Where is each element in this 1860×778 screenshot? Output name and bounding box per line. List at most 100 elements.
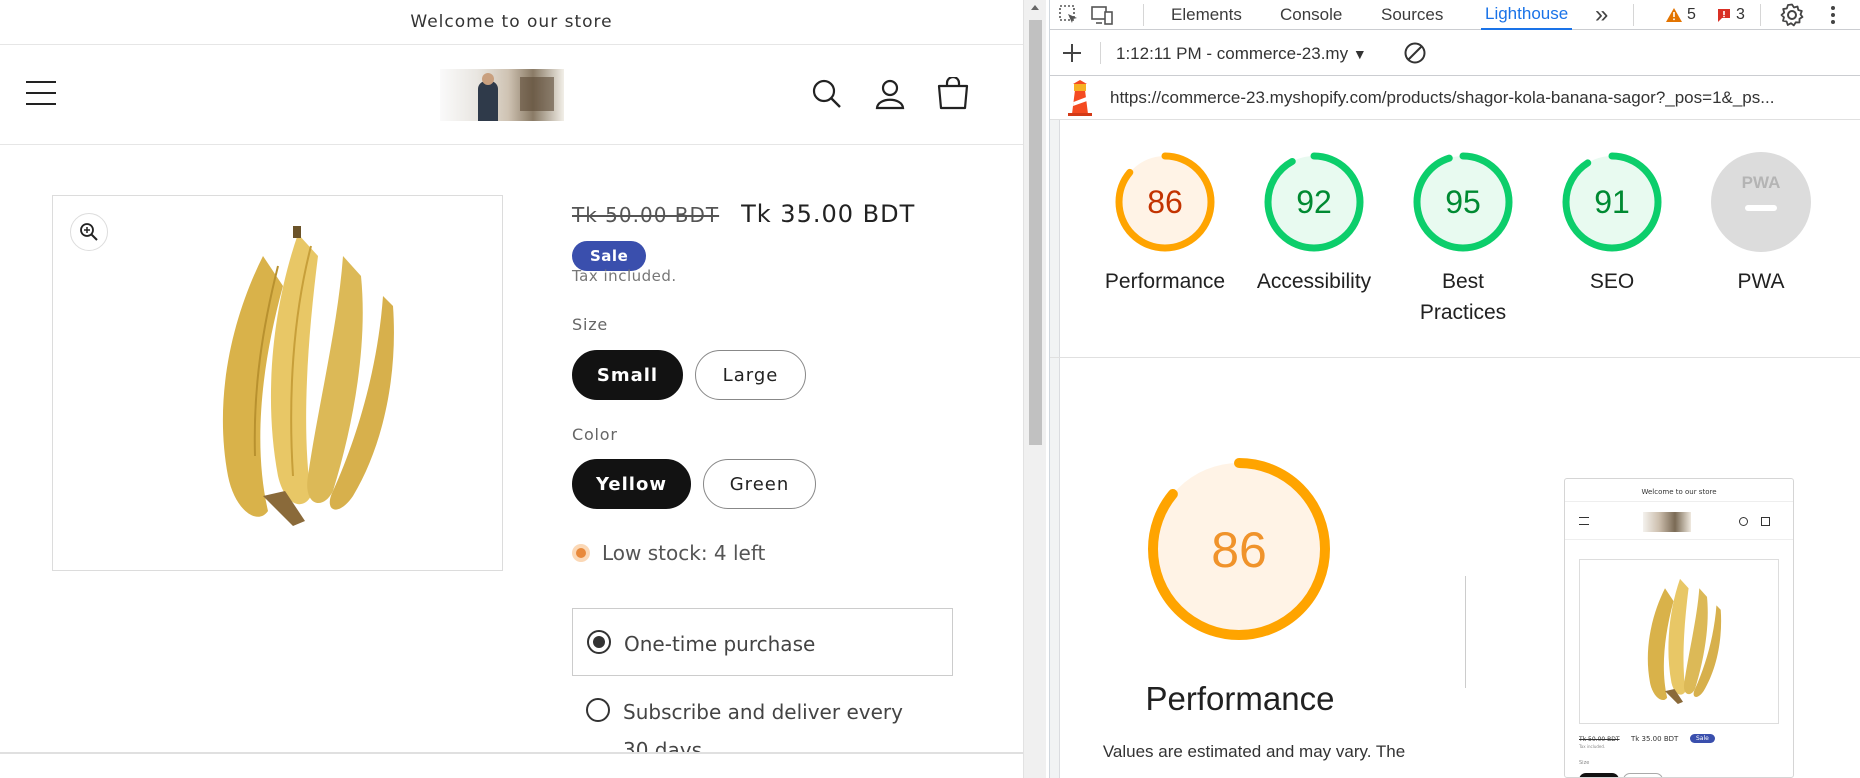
new-report-plus-icon[interactable] [1061,42,1083,64]
thumb-size-pill [1623,773,1663,777]
lighthouse-logo-icon [1068,80,1092,116]
report-selector-text: 1:12:11 PM - commerce-23.my [1116,44,1349,63]
performance-big-gauge: 86 [1148,458,1330,640]
stock-status: Low stock: 4 left [572,541,765,565]
warnings-counter[interactable]: 5 [1665,0,1696,30]
thumb-search-icon [1739,517,1748,526]
warning-icon [1666,8,1682,22]
thumb-size-pill [1579,773,1619,777]
gauge-ring: 95 [1413,152,1513,252]
thumb-tax: Tax included. [1579,744,1606,749]
thumb-cart-icon [1761,517,1770,526]
cart-icon[interactable] [936,77,970,111]
banana-image [222,226,394,526]
thumb-price: Tk 35.00 BDT [1631,735,1679,743]
stock-indicator-icon [572,544,590,562]
gauge-best-practices[interactable]: 95 Best Practices [1393,150,1533,328]
gauge-label: SEO [1589,270,1635,293]
report-url[interactable]: https://commerce-23.myshopify.com/produc… [1110,88,1774,108]
gauge-ring: 92 [1264,152,1364,252]
tab-elements[interactable]: Elements [1171,0,1242,30]
score-gauges: 86 Performance 92 Accessibility 95 Best … [1050,120,1860,358]
performance-title: Performance [1145,680,1335,717]
tax-note: Tax included. [572,267,677,285]
gauge-seo[interactable]: 91 SEO [1542,150,1682,297]
inspect-element-icon[interactable] [1058,4,1080,26]
store-logo[interactable] [440,69,564,121]
issue-flag-icon [1718,9,1730,22]
issues-count: 3 [1736,6,1745,23]
tab-console[interactable]: Console [1280,0,1342,30]
sticky-footer-edge [0,752,1023,778]
scrollbar-thumb[interactable] [1029,20,1042,445]
one-time-purchase-option[interactable]: One-time purchase [572,608,953,676]
gauge-label: Accessibility [1256,270,1372,293]
gauge-score: 92 [1296,184,1332,220]
devtools-panel: Elements Console Sources Lighthouse » 5 … [1049,0,1860,778]
performance-score: 86 [1211,522,1267,578]
warnings-count: 5 [1687,6,1696,23]
gauge-label: Best Practices [1419,270,1507,324]
account-icon[interactable] [873,77,907,111]
search-icon[interactable] [810,77,844,111]
gauge-ring: 86 [1115,152,1215,252]
gauge-score: 91 [1594,184,1630,220]
size-label: Size [572,315,609,334]
settings-gear-icon[interactable] [1780,3,1804,27]
thumb-menu-icon [1579,517,1589,525]
gauge-score: 86 [1147,184,1183,220]
gauge-performance[interactable]: 86 Performance [1095,150,1235,297]
color-label: Color [572,425,618,444]
price-row: Tk 50.00 BDT Tk 35.00 BDT [572,200,915,228]
lighthouse-toolbar: 1:12:11 PM - commerce-23.my ▼ [1050,30,1860,76]
store-page: Welcome to our store Tk 50.00 BDT Tk 35.… [0,0,1023,778]
announcement-bar: Welcome to our store [0,0,1023,45]
devtools-tab-bar: Elements Console Sources Lighthouse » 5 … [1050,0,1860,30]
subscribe-label: Subscribe and deliver every [623,700,903,724]
gauge-label: PWA [1737,270,1785,293]
more-tabs-chevron-icon[interactable]: » [1595,0,1608,30]
sale-price: Tk 35.00 BDT [741,200,916,228]
device-toolbar-icon[interactable] [1090,4,1114,26]
pwa-badge-icon: PWA [1711,152,1811,252]
final-screenshot-thumbnail[interactable]: Welcome to our store Tk 50.00 BDT Tk 35.… [1564,478,1794,778]
section-divider [1465,576,1466,688]
subscribe-radio[interactable] [586,698,610,722]
thumb-old-price: Tk 50.00 BDT [1579,736,1620,743]
zoom-icon[interactable] [70,213,108,251]
one-time-purchase-radio[interactable] [587,630,611,654]
thumb-logo [1643,512,1691,532]
clear-reports-icon[interactable] [1403,41,1427,65]
scroll-up-arrow-icon[interactable] [1031,5,1039,10]
gauge-label: Performance [1104,270,1226,293]
tab-sources[interactable]: Sources [1381,0,1443,30]
report-selector[interactable]: 1:12:11 PM - commerce-23.my ▼ [1116,44,1367,64]
issues-counter[interactable]: 3 [1716,0,1745,30]
gauge-accessibility[interactable]: 92 Accessibility [1244,150,1384,297]
color-yellow-button[interactable]: Yellow [572,459,691,509]
compare-price: Tk 50.00 BDT [572,203,720,227]
gauge-ring: 91 [1562,152,1662,252]
thumb-product-image [1579,559,1779,724]
report-url-bar: https://commerce-23.myshopify.com/produc… [1050,76,1860,120]
color-green-button[interactable]: Green [703,459,816,509]
size-small-button[interactable]: Small [572,350,683,400]
thumb-size-label: Size [1579,760,1590,766]
page-scrollbar[interactable] [1023,0,1046,778]
product-image-frame[interactable] [52,195,503,571]
size-large-button[interactable]: Large [695,350,806,400]
menu-icon[interactable] [26,81,56,107]
announcement-text: Welcome to our store [410,12,613,32]
dropdown-triangle-icon: ▼ [1352,46,1367,62]
more-options-icon[interactable] [1829,3,1837,27]
thumb-sale-badge: Sale [1690,734,1715,743]
performance-description: Values are estimated and may vary. The [1102,742,1406,761]
one-time-purchase-label: One-time purchase [624,632,816,656]
gauge-score: 95 [1445,184,1481,220]
thumb-announcement: Welcome to our store [1641,488,1717,496]
stock-text: Low stock: 4 left [602,541,766,565]
store-header [0,45,1023,145]
svg-text:PWA: PWA [1742,173,1781,192]
gauge-pwa[interactable]: PWA PWA [1691,150,1831,297]
tab-lighthouse[interactable]: Lighthouse [1481,0,1573,30]
